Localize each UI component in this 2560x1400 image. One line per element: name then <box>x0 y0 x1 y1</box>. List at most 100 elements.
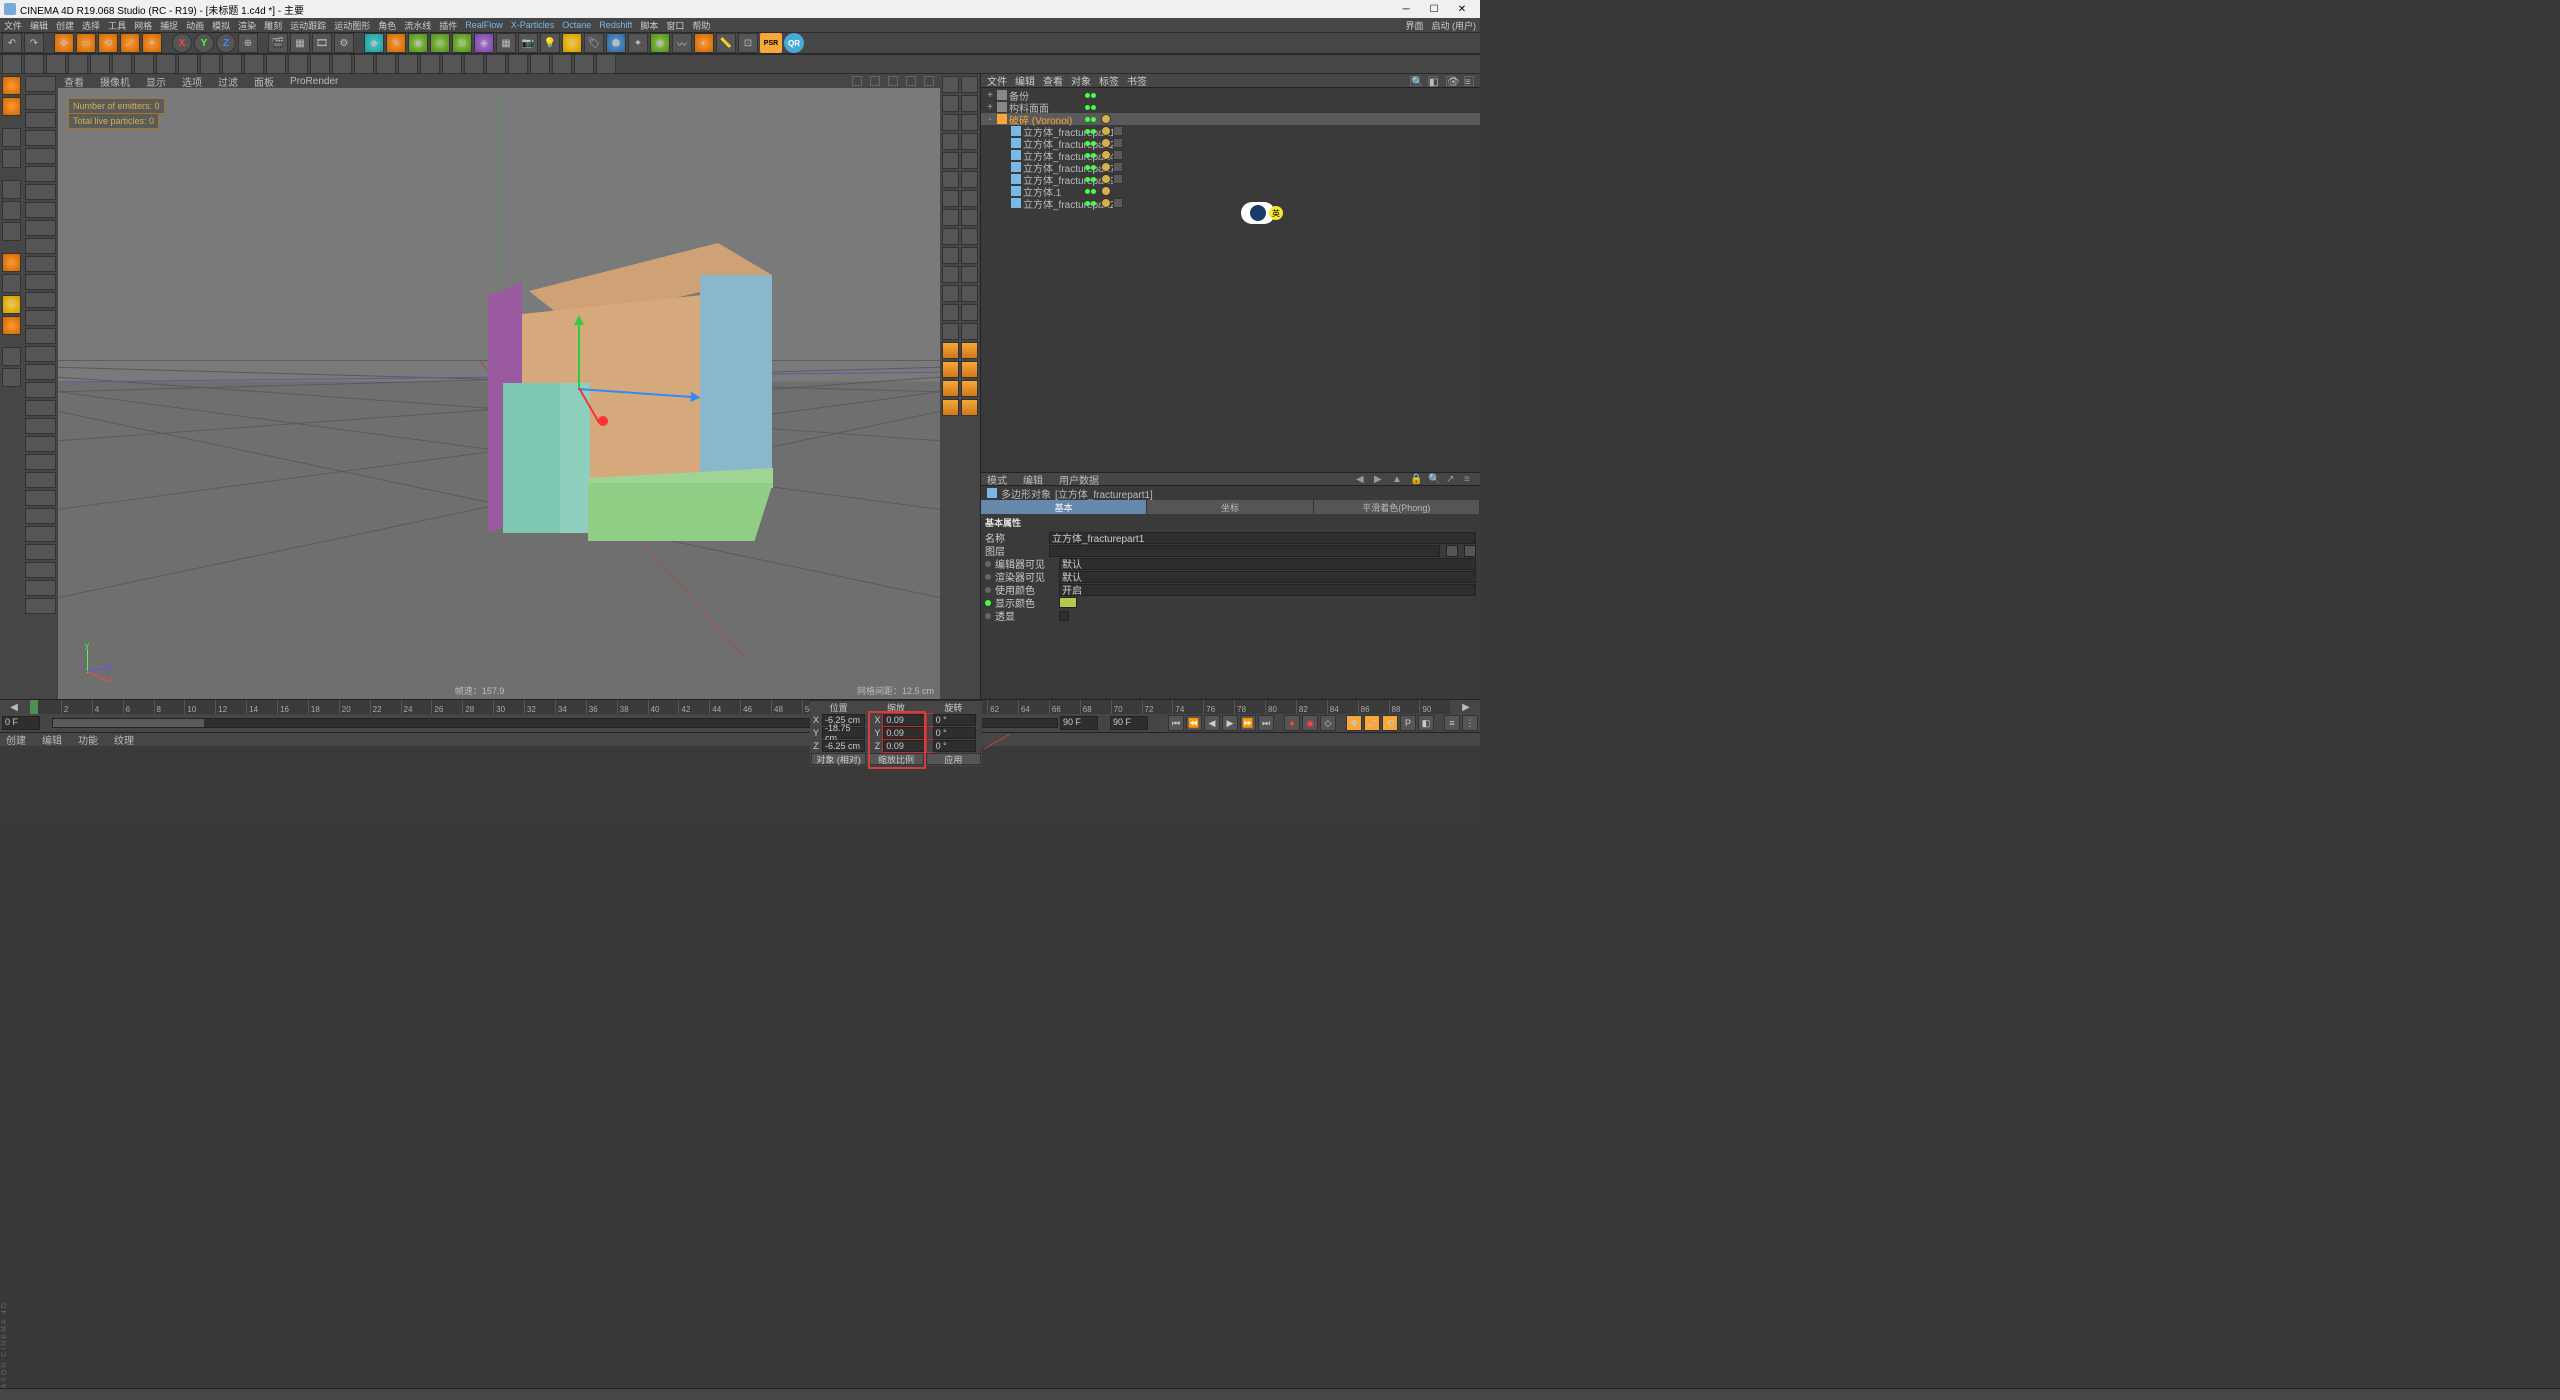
toolbar-button[interactable] <box>25 148 56 164</box>
viewport-menu-item[interactable]: 查看 <box>64 74 84 89</box>
viewport-menu-item[interactable]: ProRender <box>290 76 338 87</box>
layer-next-button[interactable] <box>1464 545 1476 557</box>
texture-mode-button[interactable] <box>2 128 21 147</box>
timeline-options-button[interactable]: ⋮ <box>1462 715 1478 731</box>
toolbar-button[interactable] <box>961 361 978 378</box>
menu-item[interactable]: 模拟 <box>212 19 230 32</box>
objmgr-menu-item[interactable]: 查看 <box>1043 73 1063 88</box>
lock-z-button[interactable]: Z <box>216 33 236 53</box>
measure-button[interactable]: 📏 <box>716 33 736 53</box>
toolbar-button[interactable] <box>24 54 44 74</box>
toolbar-button[interactable] <box>961 114 978 131</box>
coord-rot-field[interactable]: 0 ° <box>933 727 976 739</box>
toolbar-button[interactable] <box>508 54 528 74</box>
tag-button[interactable]: 🏷 <box>584 33 604 53</box>
display-color-swatch[interactable] <box>1059 597 1077 608</box>
spinner[interactable] <box>1100 716 1108 730</box>
filter-icon[interactable]: ◧ <box>1428 76 1438 86</box>
toolbar-button[interactable] <box>25 400 56 416</box>
viewport-nav-button[interactable] <box>888 76 898 86</box>
coord-space-dropdown[interactable]: 对象 (相对) <box>811 753 866 765</box>
edge-mode-button[interactable] <box>2 201 21 220</box>
toolbar-button[interactable] <box>222 54 242 74</box>
key-scale-button[interactable]: ⤢ <box>1364 715 1380 731</box>
toolbar-button[interactable] <box>25 238 56 254</box>
viewport-maximize-button[interactable] <box>924 76 934 86</box>
toolbar-button[interactable] <box>942 114 959 131</box>
panel-menu-icon[interactable]: ≡ <box>1464 76 1474 86</box>
coord-scalemode-dropdown[interactable]: 缩放比例 <box>868 753 923 765</box>
coord-pos-field[interactable]: -6.25 cm <box>822 740 865 752</box>
toolbar-button[interactable] <box>354 54 374 74</box>
subdiv-button[interactable]: ◎ <box>430 33 450 53</box>
coord-apply-button[interactable]: 应用 <box>926 753 981 765</box>
array-button[interactable]: ⊞ <box>452 33 472 53</box>
eye-icon[interactable]: 👁 <box>1446 76 1456 86</box>
uvw-tag-icon[interactable] <box>1113 138 1123 148</box>
objmgr-menu-item[interactable]: 对象 <box>1071 73 1091 88</box>
toolbar-button[interactable] <box>942 209 959 226</box>
uvw-tag-icon[interactable] <box>1113 174 1123 184</box>
phong-tag-icon[interactable] <box>1101 162 1111 172</box>
menu-item[interactable]: 雕刻 <box>264 19 282 32</box>
phong-tag-icon[interactable] <box>1101 150 1111 160</box>
keyframe-selection-button[interactable]: ◇ <box>1320 715 1336 731</box>
point-mode-button[interactable] <box>2 180 21 199</box>
toolbar-button[interactable] <box>961 285 978 302</box>
toolbar-button[interactable] <box>266 54 286 74</box>
objmgr-menu-item[interactable]: 文件 <box>987 73 1007 88</box>
toolbar-button[interactable] <box>25 382 56 398</box>
ruler-end[interactable]: ▶ <box>1452 700 1480 714</box>
toolbar-button[interactable] <box>25 220 56 236</box>
toolbar-button[interactable] <box>25 94 56 110</box>
layer-field[interactable] <box>1049 545 1440 557</box>
toolbar-button[interactable] <box>596 54 616 74</box>
key-pos-button[interactable]: ✥ <box>1346 715 1362 731</box>
use-color-dropdown[interactable]: 开启 <box>1059 584 1476 596</box>
play-back-button[interactable]: ◀ <box>1204 715 1220 731</box>
make-editable-button[interactable] <box>2 76 21 95</box>
matmgr-menu-item[interactable]: 功能 <box>78 732 98 747</box>
toolbar-button[interactable] <box>25 166 56 182</box>
toolbar-button[interactable] <box>942 304 959 321</box>
toolbar-button[interactable] <box>942 171 959 188</box>
tweak-mode-button[interactable] <box>2 274 21 293</box>
toolbar-button[interactable] <box>2 54 22 74</box>
viewport-solo2-button[interactable] <box>2 368 21 387</box>
toolbar-button[interactable] <box>942 342 959 359</box>
toolbar-button[interactable] <box>961 152 978 169</box>
toolbar-button[interactable] <box>942 190 959 207</box>
coord-pos-field[interactable]: -18.75 cm <box>822 727 865 739</box>
toolbar-button[interactable] <box>332 54 352 74</box>
timeline-ruler[interactable]: 0246810121416182022242628303234363840424… <box>30 700 1450 714</box>
maximize-button[interactable]: ☐ <box>1420 0 1448 18</box>
phong-tag-icon[interactable] <box>1101 126 1111 136</box>
toolbar-button[interactable] <box>25 202 56 218</box>
toolbar-button[interactable] <box>25 598 56 614</box>
toolbar-button[interactable] <box>25 436 56 452</box>
toolbar-button[interactable] <box>961 380 978 397</box>
new-window-icon[interactable]: ↗ <box>1446 474 1456 484</box>
phong-tag-icon[interactable] <box>1101 174 1111 184</box>
toolbar-button[interactable] <box>961 133 978 150</box>
toolbar-button[interactable] <box>25 544 56 560</box>
toolbar-button[interactable] <box>961 266 978 283</box>
panel-menu-icon[interactable]: ≡ <box>1464 474 1474 484</box>
qr-button[interactable]: QR <box>784 33 804 53</box>
toolbar-button[interactable] <box>244 54 264 74</box>
toolbar-button[interactable] <box>25 526 56 542</box>
menu-item-plugin[interactable]: X-Particles <box>511 20 555 30</box>
render-settings-button[interactable]: ⚙ <box>334 33 354 53</box>
coord-scale-field[interactable]: 0.09 <box>883 727 926 739</box>
phong-tag-icon[interactable] <box>1101 114 1111 124</box>
rotate-tool[interactable]: ⟲ <box>98 33 118 53</box>
generator-button[interactable]: ◉ <box>408 33 428 53</box>
move-tool[interactable]: ✥ <box>54 33 74 53</box>
menu-item[interactable]: 文件 <box>4 19 22 32</box>
tree-toggle[interactable]: - <box>985 114 995 125</box>
toolbar-button[interactable] <box>420 54 440 74</box>
deformer-button[interactable]: ◈ <box>474 33 494 53</box>
menu-item[interactable]: 工具 <box>108 19 126 32</box>
snap-mode-button[interactable]: S <box>2 295 21 314</box>
toolbar-button[interactable] <box>574 54 594 74</box>
